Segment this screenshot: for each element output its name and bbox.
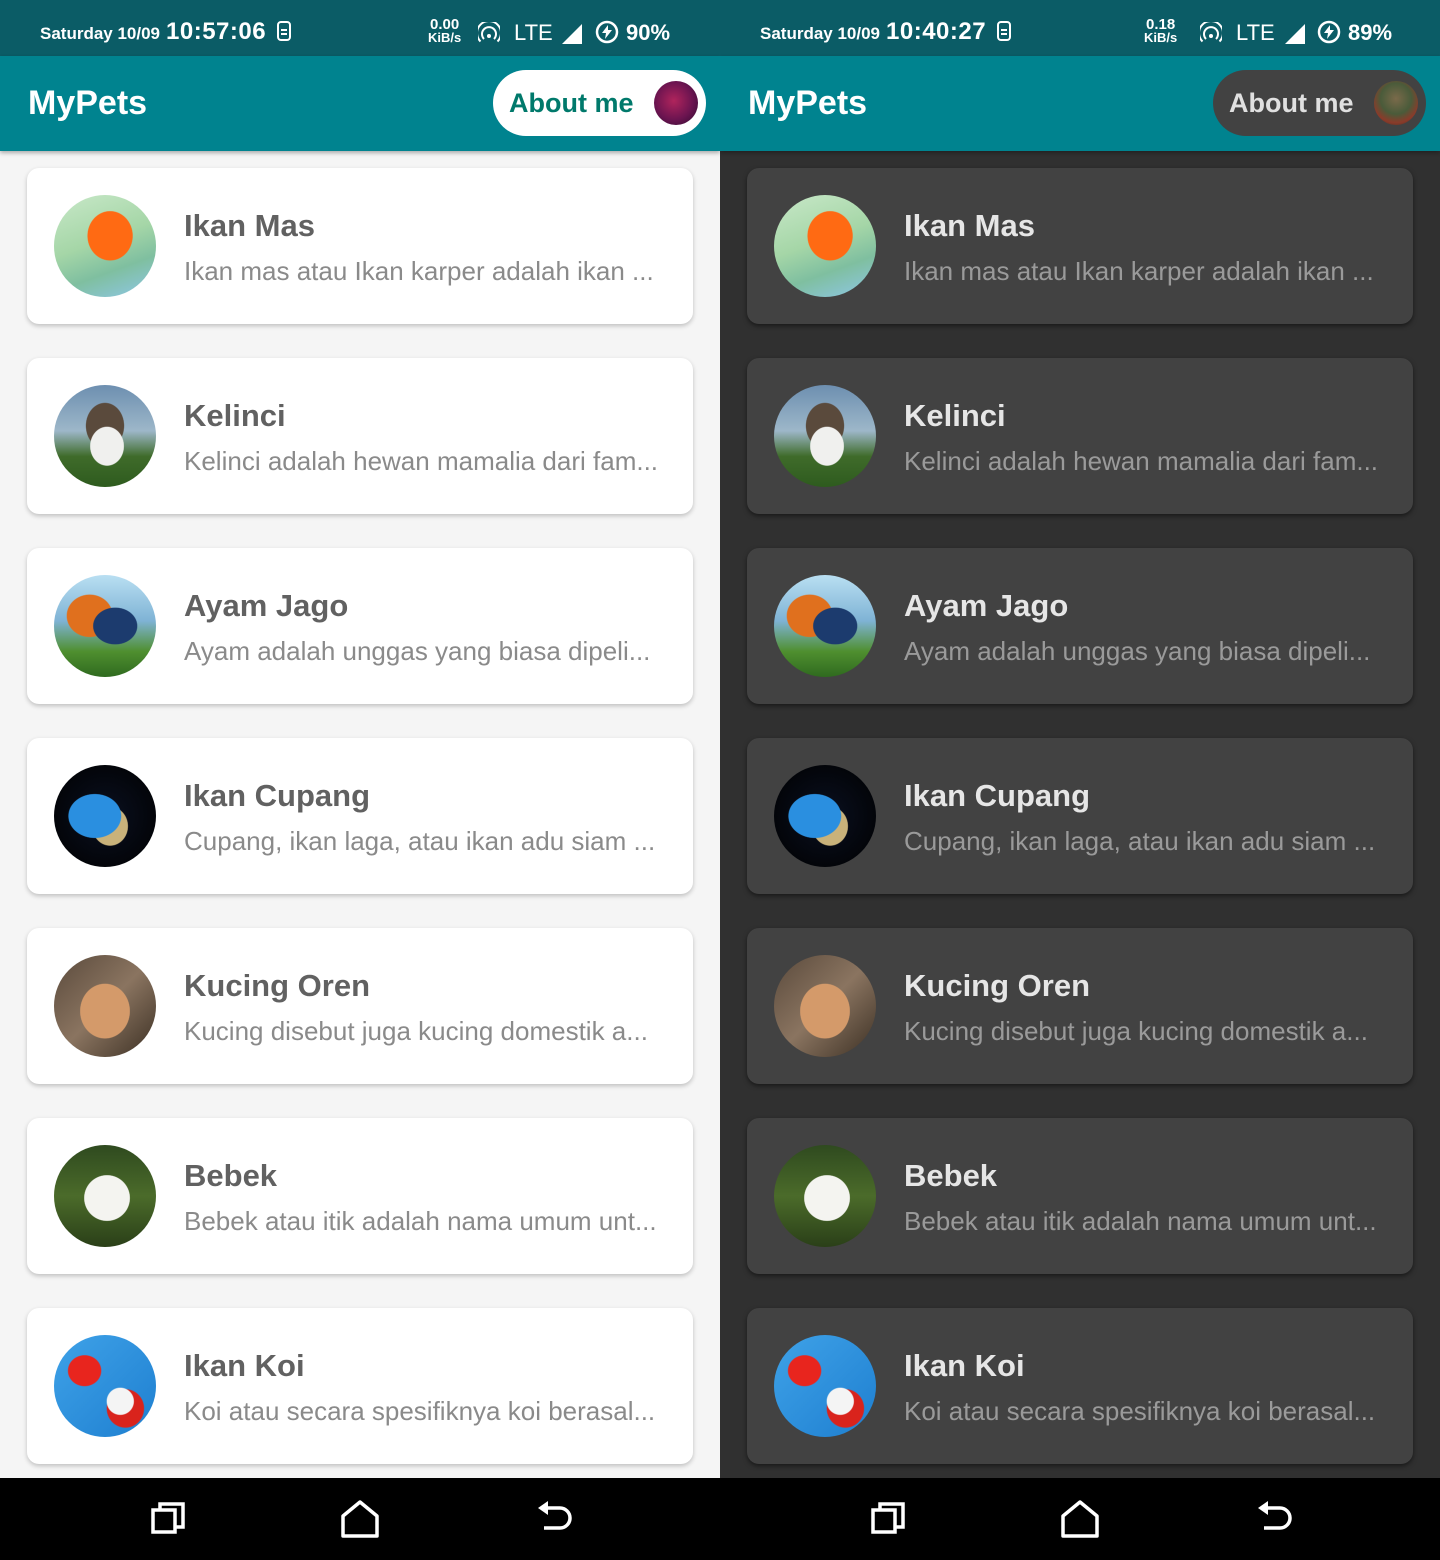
pet-image [774,1335,876,1437]
pet-card[interactable]: Kelinci Kelinci adalah hewan mamalia dar… [27,358,693,514]
sim-icon [997,21,1011,41]
pet-description: Kelinci adalah hewan mamalia dari fam... [904,446,1379,476]
pet-image [774,575,876,677]
recents-icon[interactable] [145,1496,191,1542]
home-icon[interactable] [337,1496,383,1542]
pet-description: Kelinci adalah hewan mamalia dari fam... [184,446,659,476]
pet-name: Ikan Cupang [904,778,1091,813]
pet-card[interactable]: Bebek Bebek atau itik adalah nama umum u… [747,1118,1413,1274]
pet-name: Bebek [184,1158,278,1193]
battery-charging-icon [595,20,619,44]
pet-description: Kucing disebut juga kucing domestik a... [184,1016,648,1046]
status-bar: Saturday 10/09 10:57:06 0.00 KiB/s LTE 9… [0,0,720,56]
pet-name: Ikan Mas [904,208,1035,243]
sim-icon [277,21,291,41]
about-me-button[interactable]: About me [493,70,706,136]
network-speed: 0.00 KiB/s [428,17,462,45]
pet-image [54,955,156,1057]
pet-card[interactable]: Ayam Jago Ayam adalah unggas yang biasa … [27,548,693,704]
pet-name: Kucing Oren [904,968,1091,1003]
signal-icon [1285,24,1305,44]
app-bar: MyPets About me [0,56,720,151]
pet-card[interactable]: Kelinci Kelinci adalah hewan mamalia dar… [747,358,1413,514]
pet-card[interactable]: Bebek Bebek atau itik adalah nama umum u… [27,1118,693,1274]
status-day: Saturday 10/09 [760,24,881,43]
hotspot-icon [1200,22,1222,43]
network-type: LTE [514,20,553,45]
app-bar: MyPets About me [720,56,1440,151]
status-bar: Saturday 10/09 10:40:27 0.18 KiB/s LTE 8… [720,0,1440,56]
network-type: LTE [1236,20,1275,45]
pet-name: Kelinci [184,398,286,433]
pet-name: Kucing Oren [184,968,371,1003]
back-icon[interactable] [1252,1496,1298,1542]
pet-image [54,385,156,487]
pet-description: Koi atau secara spesifiknya koi berasal.… [904,1396,1376,1426]
dark-theme-screen: Saturday 10/09 10:40:27 0.18 KiB/s LTE 8… [720,0,1440,1478]
pet-description: Ayam adalah unggas yang biasa dipeli... [184,636,651,666]
status-day: Saturday 10/09 [40,24,161,43]
about-me-label: About me [1229,87,1354,118]
pet-description: Ikan mas atau Ikan karper adalah ikan ..… [904,256,1374,286]
pet-card[interactable]: Ikan Koi Koi atau secara spesifiknya koi… [747,1308,1413,1464]
pet-card[interactable]: Ikan Koi Koi atau secara spesifiknya koi… [27,1308,693,1464]
pet-name: Ayam Jago [904,588,1069,623]
pet-card[interactable]: Ayam Jago Ayam adalah unggas yang biasa … [747,548,1413,704]
pet-card[interactable]: Kucing Oren Kucing disebut juga kucing d… [27,928,693,1084]
light-theme-screen: Saturday 10/09 10:57:06 0.00 KiB/s LTE 9… [0,0,720,1478]
pet-description: Bebek atau itik adalah nama umum unt... [184,1206,657,1236]
pet-description: Ayam adalah unggas yang biasa dipeli... [904,636,1371,666]
signal-icon [562,24,582,44]
pet-image [774,1145,876,1247]
pet-card[interactable]: Ikan Cupang Cupang, ikan laga, atau ikan… [747,738,1413,894]
pet-card[interactable]: Ikan Cupang Cupang, ikan laga, atau ikan… [27,738,693,894]
pet-description: Kucing disebut juga kucing domestik a... [904,1016,1368,1046]
status-time: 10:40:27 [886,18,987,45]
pet-name: Ikan Koi [184,1348,305,1383]
about-me-button[interactable]: About me [1213,70,1426,136]
network-speed-unit: KiB/s [428,30,462,45]
about-me-label: About me [509,87,634,118]
pet-name: Ikan Cupang [184,778,371,813]
hotspot-icon [478,22,500,43]
pet-image [54,575,156,677]
pet-description: Cupang, ikan laga, atau ikan adu siam ..… [184,826,656,856]
pet-image [54,765,156,867]
network-speed: 0.18 KiB/s [1144,17,1178,45]
pet-image [54,1335,156,1437]
pet-name: Bebek [904,1158,998,1193]
pet-image [54,195,156,297]
pet-name: Ikan Mas [184,208,315,243]
pet-card[interactable]: Kucing Oren Kucing disebut juga kucing d… [747,928,1413,1084]
recents-icon[interactable] [865,1496,911,1542]
status-time: 10:57:06 [166,18,267,45]
pet-description: Ikan mas atau Ikan karper adalah ikan ..… [184,256,654,286]
pet-description: Cupang, ikan laga, atau ikan adu siam ..… [904,826,1376,856]
profile-avatar [654,81,698,125]
pet-image [774,195,876,297]
profile-avatar [1374,81,1418,125]
pet-card[interactable]: Ikan Mas Ikan mas atau Ikan karper adala… [747,168,1413,324]
pet-image [774,955,876,1057]
home-icon[interactable] [1057,1496,1103,1542]
network-speed-unit: KiB/s [1144,30,1178,45]
pet-description: Koi atau secara spesifiknya koi berasal.… [184,1396,656,1426]
pet-image [774,765,876,867]
pet-card[interactable]: Ikan Mas Ikan mas atau Ikan karper adala… [27,168,693,324]
back-icon[interactable] [532,1496,578,1542]
pet-image [54,1145,156,1247]
pet-description: Bebek atau itik adalah nama umum unt... [904,1206,1377,1236]
app-title: MyPets [28,84,148,122]
battery-charging-icon [1317,20,1341,44]
pet-name: Ikan Koi [904,1348,1025,1383]
pet-name: Ayam Jago [184,588,349,623]
app-title: MyPets [748,84,868,122]
pet-name: Kelinci [904,398,1006,433]
battery-percent: 89% [1348,20,1393,45]
pet-image [774,385,876,487]
system-navigation-bar [0,1478,1440,1560]
battery-percent: 90% [626,20,671,45]
